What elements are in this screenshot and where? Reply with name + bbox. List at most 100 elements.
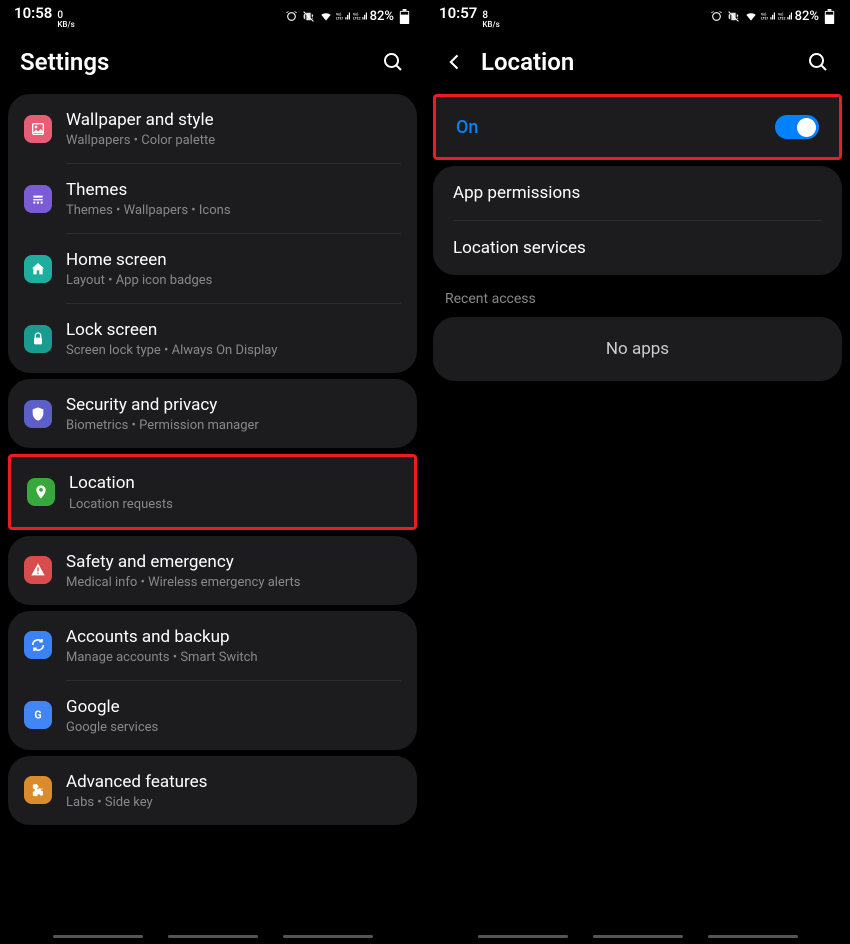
row-subtitle: Manage accounts • Smart Switch	[66, 650, 401, 665]
battery-percent: 82%	[795, 9, 819, 24]
svg-text:LTE2: LTE2	[353, 17, 361, 21]
wallpaper-icon	[24, 115, 52, 143]
search-button[interactable]	[381, 50, 405, 74]
settings-row-sync[interactable]: Accounts and backup Manage accounts • Sma…	[8, 611, 417, 680]
row-title: Accounts and backup	[66, 626, 401, 648]
nav-back[interactable]	[708, 935, 798, 938]
settings-card: Accounts and backup Manage accounts • Sma…	[8, 611, 417, 750]
toggle-label: On	[456, 117, 478, 138]
home-icon	[24, 255, 52, 283]
row-subtitle: Layout • App icon badges	[66, 273, 401, 288]
settings-row-home[interactable]: Home screen Layout • App icon badges	[8, 234, 417, 303]
battery-icon	[397, 9, 411, 23]
alarm-icon	[710, 9, 724, 23]
row-title: Google	[66, 696, 401, 718]
row-subtitle: Screen lock type • Always On Display	[66, 343, 401, 358]
row-title: Safety and emergency	[66, 551, 401, 573]
status-icons: Vo)LTE1 Vo)LTE2 82%	[710, 9, 836, 24]
header: Settings	[0, 32, 425, 88]
back-button[interactable]	[445, 51, 467, 73]
settings-card: Security and privacy Biometrics • Permiss…	[8, 379, 417, 448]
row-title: Themes	[66, 179, 401, 201]
location-screen: 10:57 8KB/s Vo)LTE1 Vo)LTE2 82% Location…	[425, 0, 850, 944]
vibrate-icon	[302, 9, 316, 23]
page-title: Settings	[20, 48, 367, 76]
signal-lte2-icon: Vo)LTE2	[778, 9, 792, 23]
clock: 10:58	[14, 4, 52, 22]
settings-row-google[interactable]: G Google Google services	[8, 681, 417, 750]
row-title: Security and privacy	[66, 394, 401, 416]
settings-card: Location Location requests	[8, 454, 417, 529]
row-title: Wallpaper and style	[66, 109, 401, 131]
row-subtitle: Themes • Wallpapers • Icons	[66, 203, 401, 218]
location-toggle-card: On	[433, 94, 842, 160]
signal-lte2-icon: Vo)LTE2	[353, 9, 367, 23]
themes-icon	[24, 185, 52, 213]
svg-text:Vo): Vo)	[336, 12, 341, 16]
nav-recents[interactable]	[53, 935, 143, 938]
signal-lte1-icon: Vo)LTE1	[761, 9, 775, 23]
status-bar: 10:58 0KB/s Vo)LTE1 Vo)LTE2 82%	[0, 0, 425, 32]
row-title: Lock screen	[66, 319, 401, 341]
location-toggle[interactable]	[775, 115, 819, 139]
wifi-icon	[744, 9, 758, 23]
clock: 10:57	[439, 4, 477, 22]
header: Location	[425, 32, 850, 88]
svg-text:Vo): Vo)	[778, 12, 783, 16]
svg-text:G: G	[34, 709, 41, 722]
settings-card: Advanced features Labs • Side key	[8, 756, 417, 825]
row-subtitle: Google services	[66, 720, 401, 735]
battery-percent: 82%	[370, 9, 394, 24]
signal-lte1-icon: Vo)LTE1	[336, 9, 350, 23]
puzzle-icon	[24, 776, 52, 804]
settings-row-pin[interactable]: Location Location requests	[11, 457, 414, 526]
app-permissions-row[interactable]: App permissions	[433, 166, 842, 220]
status-bar: 10:57 8KB/s Vo)LTE1 Vo)LTE2 82%	[425, 0, 850, 32]
settings-row-shield[interactable]: Security and privacy Biometrics • Permiss…	[8, 379, 417, 448]
settings-card: Wallpaper and style Wallpapers • Color pa…	[8, 94, 417, 373]
settings-row-alert[interactable]: Safety and emergency Medical info • Wirel…	[8, 536, 417, 605]
row-subtitle: Location requests	[69, 497, 398, 512]
row-title: Advanced features	[66, 771, 401, 793]
nav-bar	[0, 935, 425, 938]
nav-back[interactable]	[283, 935, 373, 938]
recent-access-label: Recent access	[425, 281, 850, 313]
vibrate-icon	[727, 9, 741, 23]
lock-icon	[24, 325, 52, 353]
nav-home[interactable]	[168, 935, 258, 938]
google-icon: G	[24, 701, 52, 729]
no-apps-card: No apps	[433, 317, 842, 381]
search-button[interactable]	[806, 50, 830, 74]
settings-row-themes[interactable]: Themes Themes • Wallpapers • Icons	[8, 164, 417, 233]
nav-home[interactable]	[593, 935, 683, 938]
location-services-row[interactable]: Location services	[433, 221, 842, 275]
row-subtitle: Medical info • Wireless emergency alerts	[66, 575, 401, 590]
nav-recents[interactable]	[478, 935, 568, 938]
settings-screen: 10:58 0KB/s Vo)LTE1 Vo)LTE2 82% Settings…	[0, 0, 425, 944]
page-title: Location	[481, 48, 792, 76]
sync-icon	[24, 631, 52, 659]
location-master-toggle-row[interactable]: On	[436, 97, 839, 157]
svg-text:LTE2: LTE2	[778, 17, 786, 21]
wifi-icon	[319, 9, 333, 23]
settings-row-lock[interactable]: Lock screen Screen lock type • Always On …	[8, 304, 417, 373]
row-subtitle: Biometrics • Permission manager	[66, 418, 401, 433]
settings-row-puzzle[interactable]: Advanced features Labs • Side key	[8, 756, 417, 825]
shield-icon	[24, 400, 52, 428]
alert-icon	[24, 556, 52, 584]
svg-text:Vo): Vo)	[761, 12, 766, 16]
svg-text:LTE1: LTE1	[761, 17, 769, 21]
nav-bar	[425, 935, 850, 938]
row-subtitle: Labs • Side key	[66, 795, 401, 810]
row-title: Location	[69, 472, 398, 494]
row-title: Home screen	[66, 249, 401, 271]
row-label: App permissions	[453, 183, 580, 203]
settings-row-wallpaper[interactable]: Wallpaper and style Wallpapers • Color pa…	[8, 94, 417, 163]
settings-card: Safety and emergency Medical info • Wirel…	[8, 536, 417, 605]
svg-text:Vo): Vo)	[353, 12, 358, 16]
status-icons: Vo)LTE1 Vo)LTE2 82%	[285, 9, 411, 24]
row-subtitle: Wallpapers • Color palette	[66, 133, 401, 148]
location-options-card: App permissions Location services	[433, 166, 842, 275]
alarm-icon	[285, 9, 299, 23]
battery-icon	[822, 9, 836, 23]
